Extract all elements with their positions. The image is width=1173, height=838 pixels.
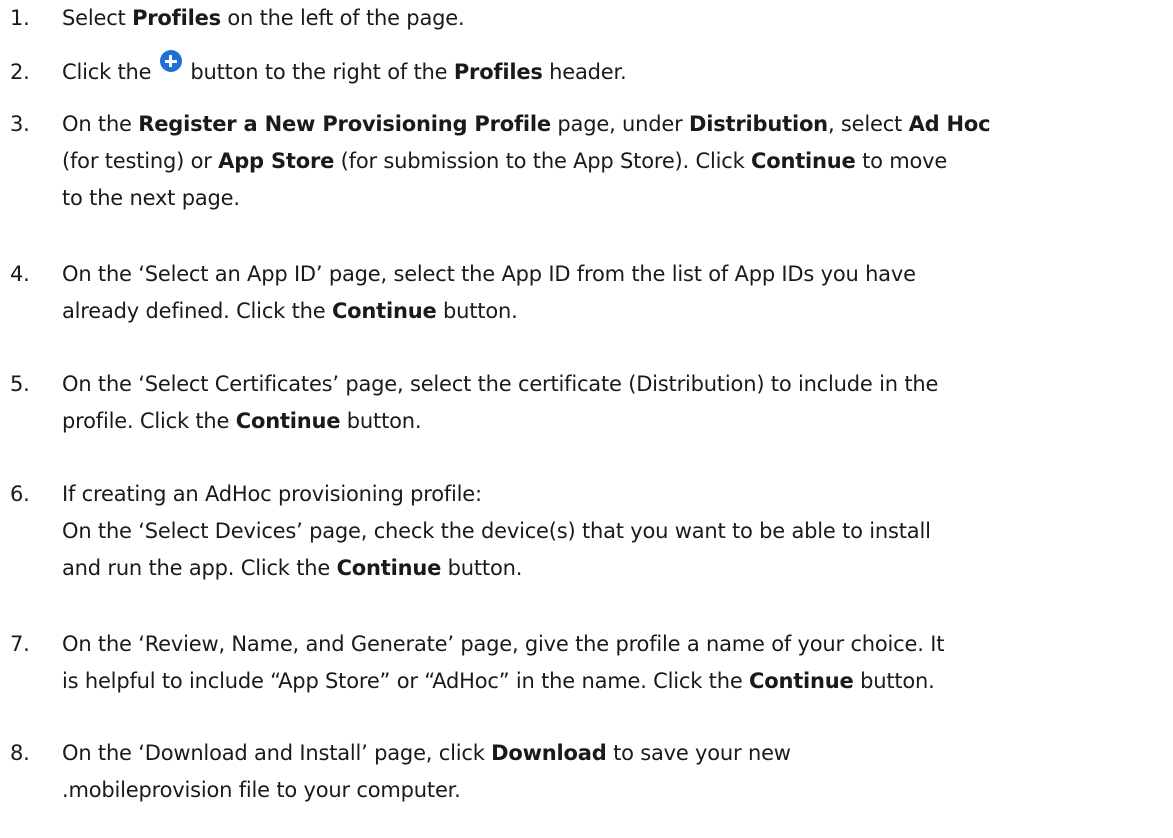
text-run: Click the (62, 60, 158, 84)
text-line: If creating an AdHoc provisioning profil… (62, 476, 1173, 513)
text-run: on the left of the page. (220, 6, 465, 30)
bold-term: Continue (336, 556, 442, 580)
text-line: .mobileprovision file to your computer. (62, 772, 1173, 809)
text-run: On the ‘Review, Name, and Generate’ page… (62, 632, 945, 656)
text-run: Select (62, 6, 133, 30)
text-run: On the ‘Select an App ID’ page, select t… (62, 262, 916, 286)
list-item-number: 1. (10, 6, 30, 30)
bold-term: Continue (235, 409, 341, 433)
list-item-number: 3. (10, 112, 30, 136)
text-run: is helpful to include “App Store” or “Ad… (62, 669, 750, 693)
text-run: page, under (550, 112, 690, 136)
text-line: On the ‘Review, Name, and Generate’ page… (62, 626, 1173, 663)
list-item-number: 7. (10, 632, 30, 656)
text-line: On the ‘Select an App ID’ page, select t… (62, 256, 1173, 293)
list-item-number: 6. (10, 482, 30, 506)
text-run: button. (441, 556, 523, 580)
list-item-text: On the ‘Download and Install’ page, clic… (62, 735, 1173, 809)
list-item-text: Select Profiles on the left of the page. (62, 0, 1173, 37)
text-run: (for submission to the App Store). Click (334, 149, 752, 173)
text-run: button to the right of the (183, 60, 454, 84)
text-run: .mobileprovision file to your computer. (62, 778, 461, 802)
text-line: On the ‘Select Certificates’ page, selec… (62, 366, 1173, 403)
text-run: to the next page. (62, 186, 240, 210)
text-line: Click the button to the right of the Pro… (62, 50, 1173, 91)
bold-term: Register a New Provisioning Profile (138, 112, 551, 136)
text-line: to the next page. (62, 180, 1173, 217)
text-run: On the ‘Select Certificates’ page, selec… (62, 372, 939, 396)
text-run: and run the app. Click the (62, 556, 337, 580)
text-line: On the ‘Download and Install’ page, clic… (62, 735, 1173, 772)
text-run: to save your new (606, 741, 791, 765)
list-item-text: On the Register a New Provisioning Profi… (62, 106, 1173, 217)
bold-term: Profiles (132, 6, 221, 30)
text-run: On the ‘Download and Install’ page, clic… (62, 741, 492, 765)
list-item-number: 8. (10, 741, 30, 765)
bold-term: Continue (331, 299, 437, 323)
bold-term: Distribution (689, 112, 828, 136)
text-line: is helpful to include “App Store” or “Ad… (62, 663, 1173, 700)
text-run: If creating an AdHoc provisioning profil… (62, 482, 482, 506)
instructions-document: 1. Select Profiles on the left of the pag… (0, 0, 1173, 838)
text-run: On the (62, 112, 139, 136)
text-line: and run the app. Click the Continue butt… (62, 550, 1173, 587)
list-item-text: Click the button to the right of the Pro… (62, 50, 1173, 91)
bold-term: Profiles (453, 60, 543, 84)
text-run: On the ‘Select Devices’ page, check the … (62, 519, 931, 543)
text-run: profile. Click the (62, 409, 236, 433)
text-run: to move (855, 149, 948, 173)
text-run: header. (542, 60, 627, 84)
bold-term: Continue (749, 669, 854, 693)
text-run: button. (436, 299, 518, 323)
text-run: (for testing) or (62, 149, 219, 173)
text-run: button. (340, 409, 422, 433)
list-item-number: 5. (10, 372, 30, 396)
text-run: button. (853, 669, 935, 693)
plus-circle-icon (159, 50, 182, 72)
text-line: profile. Click the Continue button. (62, 403, 1173, 440)
text-line: (for testing) or App Store (for submissi… (62, 143, 1173, 180)
list-item-text: On the ‘Review, Name, and Generate’ page… (62, 626, 1173, 700)
text-run: already defined. Click the (62, 299, 332, 323)
text-line: already defined. Click the Continue butt… (62, 293, 1173, 330)
list-item-text: On the ‘Select Certificates’ page, selec… (62, 366, 1173, 440)
bold-term: App Store (218, 149, 335, 173)
list-item-text: If creating an AdHoc provisioning profil… (62, 476, 1173, 587)
list-item-number: 2. (10, 60, 30, 84)
text-line: Select Profiles on the left of the page. (62, 0, 1173, 37)
bold-term: Continue (751, 149, 856, 173)
text-run: , select (827, 112, 909, 136)
list-item-number: 4. (10, 262, 30, 286)
list-item-text: On the ‘Select an App ID’ page, select t… (62, 256, 1173, 330)
bold-term: Download (491, 741, 607, 765)
text-line: On the ‘Select Devices’ page, check the … (62, 513, 1173, 550)
bold-term: Ad Hoc (908, 112, 991, 136)
text-line: On the Register a New Provisioning Profi… (62, 106, 1173, 143)
